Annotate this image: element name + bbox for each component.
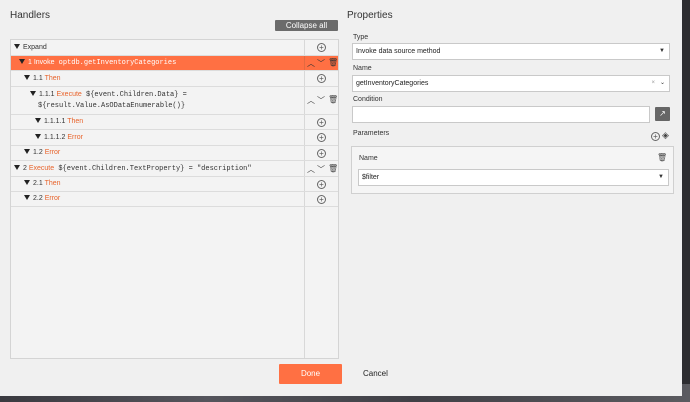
move-up-icon[interactable]: ︿	[307, 164, 315, 175]
move-down-icon[interactable]: ﹀	[317, 164, 325, 175]
delete-icon[interactable]: 🗑	[328, 95, 338, 104]
add-icon[interactable]: +	[317, 149, 326, 158]
tree-row-label: Expand	[14, 44, 47, 51]
execute-expression-line2: ${result.Value.AsODataEnumerable()}	[38, 102, 186, 110]
tree-row-label: 2 Execute ${event.Children.TextProperty}…	[14, 165, 252, 173]
param-select-value: $filter	[362, 174, 380, 181]
add-parameter-icon[interactable]: +	[651, 132, 660, 141]
tree-row-label: 1.1 Then	[24, 75, 61, 82]
caret-down-icon: ▼	[658, 174, 664, 180]
cancel-button[interactable]: Cancel	[363, 364, 393, 384]
expand-triangle-icon[interactable]	[24, 180, 30, 185]
add-icon[interactable]: +	[317, 74, 326, 83]
delete-icon[interactable]: 🗑	[328, 164, 338, 173]
tree-row-label: 1.1.1 Execute ${event.Children.Data} =	[30, 91, 187, 99]
add-icon[interactable]: +	[317, 43, 326, 52]
delete-icon[interactable]: 🗑	[657, 153, 667, 162]
move-down-icon[interactable]: ﹀	[317, 58, 325, 69]
tree-row-label: 1.2 Error	[24, 149, 60, 156]
add-icon[interactable]: +	[317, 180, 326, 189]
tree-row-invoke[interactable]: 1 Invoke optdb.getInventoryCategories ︿ …	[11, 56, 338, 71]
caret-down-icon: ▼	[659, 48, 665, 54]
tree-row-expand[interactable]: Expand +	[11, 40, 338, 56]
chevron-down-icon: ⌄	[659, 80, 665, 86]
done-button[interactable]: Done	[279, 364, 342, 384]
expand-triangle-icon[interactable]	[14, 165, 20, 170]
tree-row-then-2-1[interactable]: 2.1 Then +	[11, 177, 338, 192]
name-label: Name	[353, 65, 372, 72]
tree-row-label: 2.2 Error	[24, 195, 60, 202]
layers-icon[interactable]: ◈	[662, 130, 669, 141]
tree-row-error-1-1-1-2[interactable]: 1.1.1.2 Error +	[11, 130, 338, 146]
tree-row-then-1-1[interactable]: 1.1 Then +	[11, 71, 338, 87]
type-label: Type	[353, 34, 369, 41]
tree-row-label: 1.1.1.2 Error	[35, 134, 83, 141]
tree-column-divider	[304, 207, 305, 358]
expand-triangle-icon[interactable]	[35, 134, 41, 139]
expand-triangle-icon[interactable]	[14, 44, 20, 49]
add-icon[interactable]: +	[317, 133, 326, 142]
parameters-label: Parameters	[353, 130, 390, 137]
tree-row-error-2-2[interactable]: 2.2 Error +	[11, 192, 338, 207]
tree-row-label: 2.1 Then	[24, 180, 61, 187]
handler-dialog: Handlers Collapse all Expand + 1 Invoke …	[0, 0, 682, 396]
open-editor-icon[interactable]: ↗	[655, 107, 670, 121]
expand-triangle-icon[interactable]	[30, 91, 36, 96]
tree-row-execute-2[interactable]: 2 Execute ${event.Children.TextProperty}…	[11, 161, 338, 177]
tree-row-execute-1-1-1[interactable]: 1.1.1 Execute ${event.Children.Data} = $…	[11, 87, 338, 115]
expand-triangle-icon[interactable]	[24, 75, 30, 80]
name-select[interactable]: getInventoryCategories × ⌄	[352, 75, 670, 92]
handlers-tree: Expand + 1 Invoke optdb.getInventoryCate…	[10, 39, 339, 359]
delete-icon[interactable]: 🗑	[328, 58, 338, 67]
type-select[interactable]: Invoke data source method ▼	[352, 43, 670, 60]
type-select-value: Invoke data source method	[356, 48, 441, 55]
clear-icon[interactable]: ×	[651, 76, 655, 91]
properties-title: Properties	[347, 10, 393, 21]
collapse-all-button[interactable]: Collapse all	[275, 20, 338, 31]
name-select-value: getInventoryCategories	[356, 80, 429, 87]
move-down-icon[interactable]: ﹀	[317, 95, 325, 106]
condition-input[interactable]	[352, 106, 650, 123]
param-name-label: Name	[359, 155, 378, 162]
tree-row-label: 1 Invoke optdb.getInventoryCategories	[19, 59, 176, 67]
handlers-title: Handlers	[10, 10, 51, 21]
move-up-icon[interactable]: ︿	[307, 58, 315, 69]
expand-triangle-icon[interactable]	[24, 195, 30, 200]
parameter-card: Name 🗑 $filter ▼	[351, 146, 674, 194]
condition-label: Condition	[353, 96, 383, 103]
param-select[interactable]: $filter ▼	[358, 169, 669, 186]
tree-row-label: 1.1.1.1 Then	[35, 118, 83, 125]
add-icon[interactable]: +	[317, 195, 326, 204]
tree-row-error-1-2[interactable]: 1.2 Error +	[11, 146, 338, 161]
expand-triangle-icon[interactable]	[19, 59, 25, 64]
expand-triangle-icon[interactable]	[35, 118, 41, 123]
tree-row-then-1-1-1-1[interactable]: 1.1.1.1 Then +	[11, 115, 338, 130]
move-up-icon[interactable]: ︿	[307, 95, 315, 106]
add-icon[interactable]: +	[317, 118, 326, 127]
expand-triangle-icon[interactable]	[24, 149, 30, 154]
